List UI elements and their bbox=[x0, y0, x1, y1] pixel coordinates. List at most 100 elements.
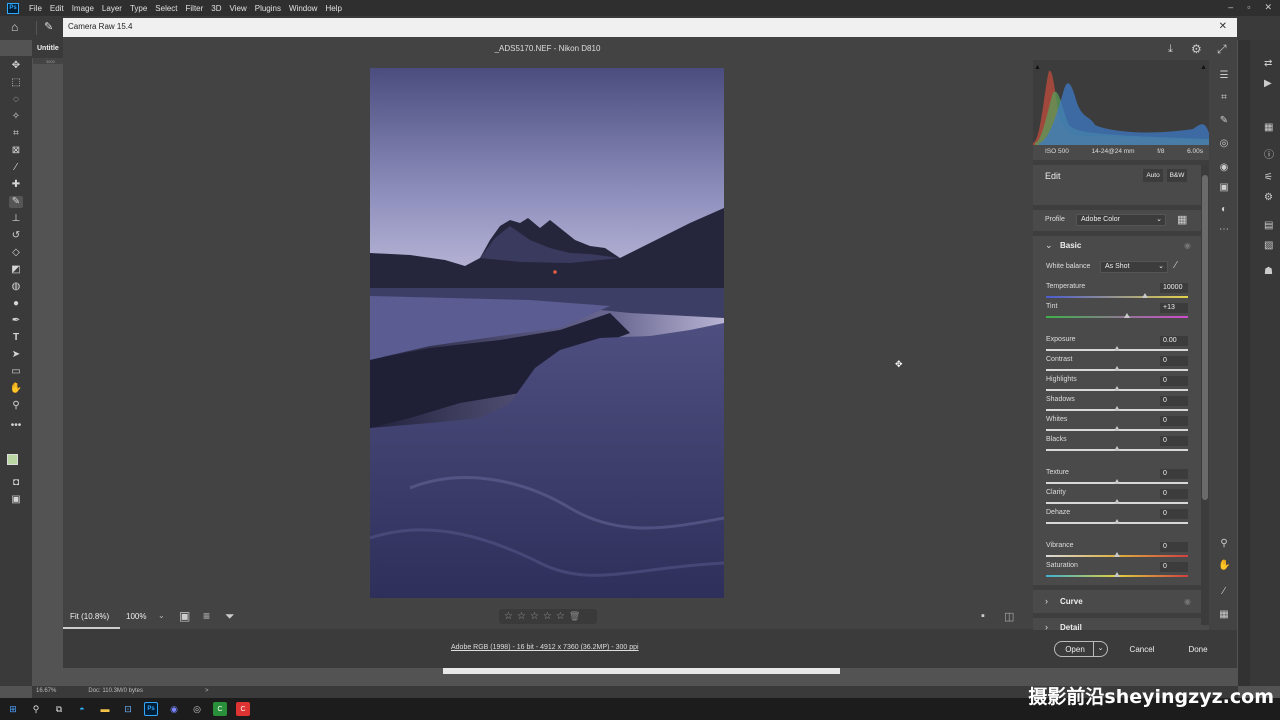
status-doc-size[interactable]: Doc: 110.3M/0 bytes bbox=[88, 688, 143, 698]
photo-preview[interactable] bbox=[370, 68, 724, 598]
chat-icon[interactable]: ◉ bbox=[167, 702, 181, 716]
zoom-tool-icon[interactable]: ⚲ bbox=[9, 400, 23, 412]
detail-section-title[interactable]: Detail bbox=[1060, 623, 1082, 632]
move-tool-icon[interactable]: ✥ bbox=[9, 60, 23, 72]
frame-tool-icon[interactable]: ⊠ bbox=[9, 145, 23, 157]
healing-icon[interactable]: ✎ bbox=[1218, 115, 1230, 127]
slider-thumb[interactable] bbox=[1114, 519, 1120, 524]
shape-tool-icon[interactable]: ▭ bbox=[9, 366, 23, 378]
edit-sliders-icon[interactable]: ☰ bbox=[1218, 70, 1230, 82]
dodge-tool-icon[interactable]: ● bbox=[9, 298, 23, 310]
workflow-options-link[interactable]: Adobe RGB (1998) - 16 bit - 4912 x 7360 … bbox=[451, 644, 639, 651]
visibility-eye-icon[interactable]: ◉ bbox=[1184, 597, 1191, 606]
store-icon[interactable]: ⊡ bbox=[121, 702, 135, 716]
menu-file[interactable]: File bbox=[29, 4, 42, 13]
zoom-fit-button[interactable]: Fit (10.8%) bbox=[70, 612, 109, 621]
explorer-icon[interactable]: ▬ bbox=[98, 702, 112, 716]
history-brush-icon[interactable]: ↺ bbox=[9, 230, 23, 242]
close-button[interactable]: ✕ bbox=[1264, 2, 1272, 13]
status-arrow[interactable]: > bbox=[205, 688, 209, 698]
slider-track[interactable] bbox=[1046, 296, 1188, 298]
steam-icon[interactable]: ◎ bbox=[190, 702, 204, 716]
quick-select-icon[interactable]: ✧ bbox=[9, 111, 23, 123]
lasso-tool-icon[interactable]: ◌ bbox=[9, 94, 23, 106]
crop-tool-icon[interactable]: ⌗ bbox=[9, 128, 23, 140]
slider-thumb[interactable] bbox=[1114, 426, 1120, 431]
star-icon[interactable]: ☆ bbox=[543, 611, 552, 622]
histogram-panel-icon[interactable]: ▦ bbox=[1264, 122, 1273, 133]
grid-overlay-icon[interactable]: ▦ bbox=[1218, 609, 1230, 621]
search-icon[interactable]: ⚲ bbox=[29, 702, 43, 716]
chevron-right-icon[interactable]: › bbox=[1045, 596, 1048, 606]
properties-icon[interactable]: ⚙ bbox=[1264, 192, 1273, 203]
eraser-icon[interactable]: ◇ bbox=[9, 247, 23, 259]
marquee-tool-icon[interactable]: ⬚ bbox=[9, 77, 23, 89]
cancel-button[interactable]: Cancel bbox=[1126, 641, 1158, 657]
zoom-tool-icon[interactable]: ⚲ bbox=[1218, 538, 1230, 550]
maximize-button[interactable]: ▫ bbox=[1247, 2, 1250, 13]
slider-thumb[interactable] bbox=[1114, 366, 1120, 371]
before-after-icon[interactable]: ◫ bbox=[1004, 610, 1014, 623]
scrollbar-thumb[interactable] bbox=[1202, 175, 1208, 500]
presets-icon[interactable]: ◐ bbox=[1218, 204, 1230, 216]
menu-type[interactable]: Type bbox=[130, 4, 147, 13]
slider-value-field[interactable]: 0.00 bbox=[1160, 336, 1188, 346]
more-options-icon[interactable]: ⋯ bbox=[1218, 224, 1230, 236]
white-balance-select[interactable]: As Shot ⌄ bbox=[1100, 261, 1168, 273]
slider-value-field[interactable]: 0 bbox=[1160, 509, 1188, 519]
slider-value-field[interactable]: 0 bbox=[1160, 416, 1188, 426]
hand-tool-icon[interactable]: ✋ bbox=[1218, 560, 1230, 572]
zoom-100-button[interactable]: 100% bbox=[126, 612, 146, 621]
brush-tool-icon[interactable]: ✎ bbox=[9, 196, 23, 208]
eyedropper-icon[interactable]: ⁄ bbox=[9, 162, 23, 174]
open-button[interactable]: Open ⌄ bbox=[1054, 641, 1108, 657]
star-icon[interactable]: ☆ bbox=[556, 611, 565, 622]
slider-track[interactable] bbox=[1046, 316, 1188, 318]
blur-tool-icon[interactable]: ◍ bbox=[9, 281, 23, 293]
slider-value-field[interactable]: 10000 bbox=[1160, 283, 1188, 293]
slider-value-field[interactable]: 0 bbox=[1160, 489, 1188, 499]
slider-value-field[interactable]: 0 bbox=[1160, 469, 1188, 479]
actions-icon[interactable]: ▶ bbox=[1264, 78, 1272, 89]
star-icon[interactable]: ☆ bbox=[530, 611, 539, 622]
slider-value-field[interactable]: 0 bbox=[1160, 396, 1188, 406]
paragraph-icon[interactable]: ▧ bbox=[1264, 240, 1273, 251]
bw-button[interactable]: B&W bbox=[1167, 169, 1187, 182]
photoshop-icon[interactable]: Ps bbox=[144, 702, 158, 716]
visibility-eye-icon[interactable]: ◉ bbox=[1184, 241, 1191, 250]
done-button[interactable]: Done bbox=[1177, 641, 1219, 657]
profile-select[interactable]: Adobe Color ⌄ bbox=[1076, 214, 1166, 226]
save-icon[interactable]: ⤓ bbox=[1168, 43, 1173, 56]
more-tools-icon[interactable]: ••• bbox=[9, 420, 23, 432]
chevron-down-icon[interactable]: ⌄ bbox=[1045, 240, 1053, 251]
auto-button[interactable]: Auto bbox=[1143, 169, 1163, 182]
snapshots-icon[interactable]: ▣ bbox=[1218, 182, 1230, 194]
menu-3d[interactable]: 3D bbox=[211, 4, 221, 13]
slider-value-field[interactable]: 0 bbox=[1160, 562, 1188, 572]
pen-tool-icon[interactable]: ✒ bbox=[9, 315, 23, 327]
path-select-icon[interactable]: ➤ bbox=[9, 349, 23, 361]
fullscreen-icon[interactable]: ⤢ bbox=[1217, 42, 1227, 57]
edge-icon[interactable]: ◓ bbox=[75, 702, 89, 716]
history-icon[interactable]: ⇄ bbox=[1264, 58, 1272, 69]
dialog-close-button[interactable]: ✕ bbox=[1219, 21, 1227, 32]
healing-brush-icon[interactable]: ✚ bbox=[9, 179, 23, 191]
slider-thumb[interactable] bbox=[1114, 499, 1120, 504]
eyedropper-icon[interactable]: ⁄ bbox=[1175, 260, 1177, 271]
profile-browser-icon[interactable]: ▦ bbox=[1177, 213, 1187, 226]
windows-icon[interactable]: ⊞ bbox=[6, 702, 20, 716]
slider-thumb[interactable] bbox=[1114, 446, 1120, 451]
taskview-icon[interactable]: ⧉ bbox=[52, 702, 66, 716]
open-dropdown-icon[interactable]: ⌄ bbox=[1093, 642, 1107, 656]
adjustments-icon[interactable]: ⚟ bbox=[1264, 172, 1273, 183]
filter-icon[interactable]: ⏷ bbox=[225, 609, 235, 624]
layers-icon[interactable]: ▤ bbox=[1264, 220, 1273, 231]
hand-tool-icon[interactable]: ✋ bbox=[9, 383, 23, 395]
slider-thumb[interactable] bbox=[1114, 479, 1120, 484]
chevron-right-icon[interactable]: › bbox=[1045, 622, 1048, 632]
menu-help[interactable]: Help bbox=[325, 4, 341, 13]
slider-value-field[interactable]: 0 bbox=[1160, 436, 1188, 446]
sort-icon[interactable]: ≡ bbox=[203, 609, 210, 623]
menu-filter[interactable]: Filter bbox=[186, 4, 204, 13]
gradient-tool-icon[interactable]: ◩ bbox=[9, 264, 23, 276]
